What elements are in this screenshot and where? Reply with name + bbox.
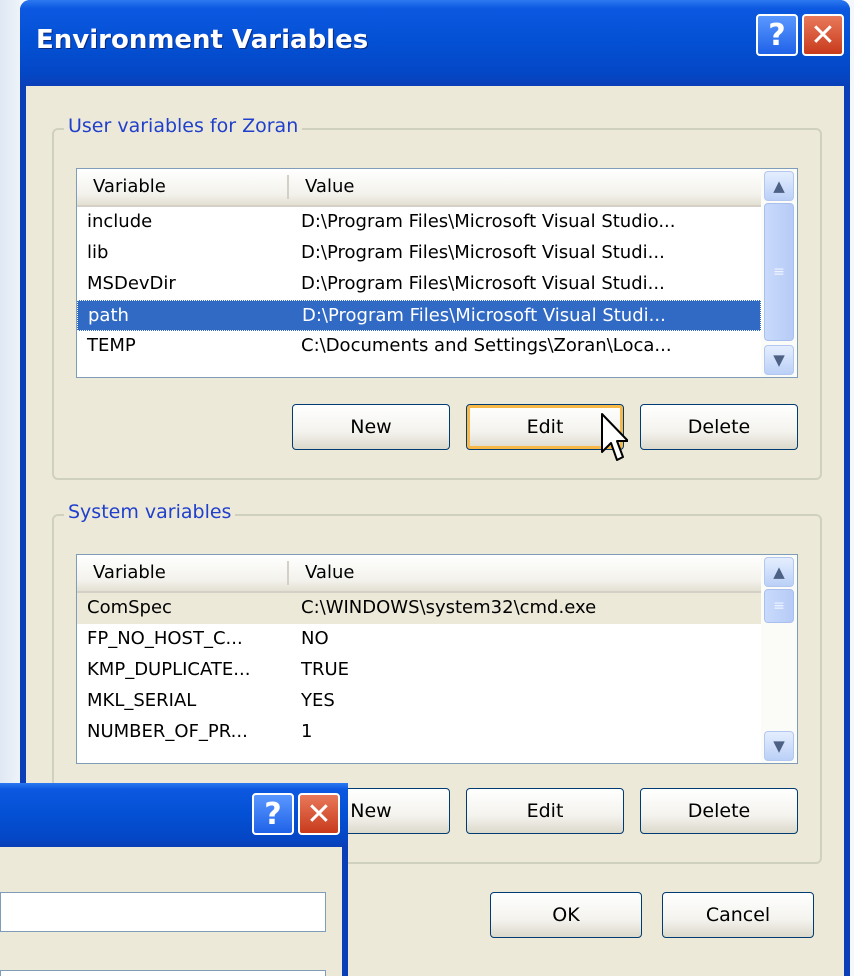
row-value: D:\Program Files\Microsoft Visual Studi.… <box>302 305 666 326</box>
system-variables-list[interactable]: Variable Value ComSpec C:\WINDOWS\system… <box>76 554 798 764</box>
chevron-down-icon[interactable]: ▼ <box>764 345 794 375</box>
row-variable: path <box>88 305 129 326</box>
user-variables-legend: User variables for Zoran <box>64 115 303 137</box>
row-value: C:\WINDOWS\system32\cmd.exe <box>301 597 597 618</box>
row-value: NO <box>301 628 329 649</box>
chevron-up-icon[interactable]: ▲ <box>764 171 794 201</box>
table-row-selected[interactable]: path D:\Program Files\Microsoft Visual S… <box>77 300 761 331</box>
vertical-scrollbar[interactable]: ▲ ≡ ▼ <box>761 169 797 377</box>
table-row[interactable]: NUMBER_OF_PR... 1 <box>77 717 761 748</box>
table-row[interactable]: TEMP C:\Documents and Settings\Zoran\Loc… <box>77 331 761 362</box>
user-delete-button[interactable]: Delete <box>640 404 798 450</box>
column-header-variable[interactable]: Variable <box>93 176 166 197</box>
variable-name-field[interactable] <box>0 892 326 932</box>
list-header: Variable Value <box>77 169 761 207</box>
row-variable: lib <box>87 242 109 263</box>
title-bar[interactable]: Environment Variables ? ✕ <box>20 0 850 86</box>
system-edit-button[interactable]: Edit <box>466 788 624 834</box>
row-value: YES <box>301 690 335 711</box>
row-value: D:\Program Files\Microsoft Visual Studi.… <box>301 242 665 263</box>
row-value: D:\Program Files\Microsoft Visual Studio… <box>301 211 676 232</box>
user-variables-list[interactable]: Variable Value include D:\Program Files\… <box>76 168 798 378</box>
row-variable: FP_NO_HOST_C... <box>87 628 243 649</box>
help-icon[interactable]: ? <box>252 793 294 835</box>
table-row[interactable]: FP_NO_HOST_C... NO <box>77 624 761 655</box>
overlay-client-area <box>0 847 342 976</box>
system-variables-legend: System variables <box>64 501 236 523</box>
column-divider[interactable] <box>287 561 289 585</box>
user-variables-group: User variables for Zoran Variable Value … <box>52 115 822 480</box>
window-title: Environment Variables <box>36 25 369 55</box>
table-row[interactable]: include D:\Program Files\Microsoft Visua… <box>77 207 761 238</box>
user-new-button[interactable]: New <box>292 404 450 450</box>
table-row[interactable]: lib D:\Program Files\Microsoft Visual St… <box>77 238 761 269</box>
column-divider[interactable] <box>287 175 289 199</box>
mouse-pointer-icon <box>601 413 628 461</box>
overlay-dialog: ? ✕ <box>0 783 348 976</box>
row-value: TRUE <box>301 659 350 680</box>
column-header-value[interactable]: Value <box>305 562 354 583</box>
list-header: Variable Value <box>77 555 761 593</box>
close-icon[interactable]: ✕ <box>298 793 340 835</box>
overlay-title-bar[interactable]: ? ✕ <box>0 783 348 847</box>
close-icon[interactable]: ✕ <box>802 14 844 56</box>
row-variable: TEMP <box>87 335 136 356</box>
row-variable: ComSpec <box>87 597 172 618</box>
variable-value-field[interactable] <box>0 970 326 976</box>
scroll-thumb[interactable]: ≡ <box>764 589 794 623</box>
row-value: C:\Documents and Settings\Zoran\Loca... <box>301 335 672 356</box>
row-value: D:\Program Files\Microsoft Visual Studi.… <box>301 273 665 294</box>
cancel-button[interactable]: Cancel <box>662 892 814 938</box>
table-row[interactable]: KMP_DUPLICATE... TRUE <box>77 655 761 686</box>
table-row[interactable]: MKL_SERIAL YES <box>77 686 761 717</box>
ok-button[interactable]: OK <box>490 892 642 938</box>
system-delete-button[interactable]: Delete <box>640 788 798 834</box>
row-value: 1 <box>301 721 313 742</box>
row-variable: NUMBER_OF_PR... <box>87 721 248 742</box>
column-header-value[interactable]: Value <box>305 176 354 197</box>
row-variable: MSDevDir <box>87 273 176 294</box>
help-icon[interactable]: ? <box>756 14 798 56</box>
chevron-down-icon[interactable]: ▼ <box>764 731 794 761</box>
row-variable: MKL_SERIAL <box>87 690 197 711</box>
row-variable: include <box>87 211 153 232</box>
column-header-variable[interactable]: Variable <box>93 562 166 583</box>
table-row[interactable]: ComSpec C:\WINDOWS\system32\cmd.exe <box>77 593 761 624</box>
vertical-scrollbar[interactable]: ▲ ≡ ▼ <box>761 555 797 763</box>
scroll-thumb[interactable]: ≡ <box>764 203 794 341</box>
table-row[interactable]: MSDevDir D:\Program Files\Microsoft Visu… <box>77 269 761 300</box>
row-variable: KMP_DUPLICATE... <box>87 659 251 680</box>
chevron-up-icon[interactable]: ▲ <box>764 557 794 587</box>
